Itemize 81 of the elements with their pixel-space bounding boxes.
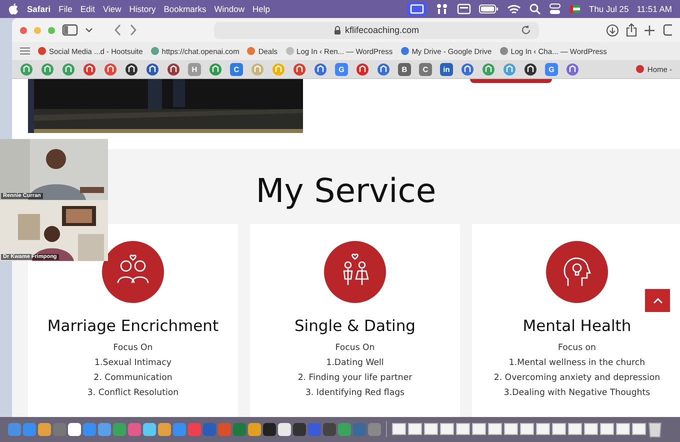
trash-icon[interactable] — [648, 420, 662, 438]
service-line: 2. Communication — [94, 372, 172, 385]
document-thumbnail[interactable] — [600, 423, 614, 435]
apple-icon[interactable] — [8, 3, 19, 15]
app-icon[interactable] — [278, 422, 291, 436]
pinned-tab-icon[interactable] — [167, 62, 180, 76]
document-thumbnail[interactable] — [456, 423, 470, 435]
document-thumbnail[interactable] — [616, 423, 630, 435]
chevron-down-icon[interactable] — [85, 27, 93, 33]
document-thumbnail[interactable] — [520, 423, 534, 435]
tab-overview-icon[interactable] — [662, 24, 672, 36]
menu-item[interactable]: History — [129, 4, 156, 14]
minimize-button[interactable] — [34, 26, 41, 34]
service-line: 3. Conflict Resolution — [87, 387, 179, 400]
service-title: Marriage Encrichment — [47, 317, 219, 335]
service-line: 3. Identifying Red flags — [305, 387, 405, 400]
service-line: Focus on — [558, 342, 596, 355]
app-icon[interactable] — [158, 422, 171, 436]
document-thumbnail[interactable] — [552, 423, 566, 435]
document-thumbnail[interactable] — [392, 423, 406, 435]
document-thumbnail[interactable] — [584, 423, 598, 435]
display-icon[interactable] — [407, 2, 427, 16]
chevron-up-icon — [652, 298, 662, 304]
service-title: Mental Health — [522, 317, 632, 335]
back-icon[interactable] — [114, 24, 122, 36]
document-thumbnail[interactable] — [536, 423, 550, 435]
app-icon[interactable] — [143, 422, 156, 436]
couple-icon — [102, 241, 164, 303]
service-line: 2. Overcoming anxiety and depression — [494, 372, 660, 385]
menu-item[interactable]: Bookmarks — [164, 4, 206, 14]
menu-bar-time[interactable]: 11:51 AM — [636, 4, 672, 14]
service-line: 1.Mental wellness in the church — [508, 357, 646, 370]
document-thumbnail[interactable] — [408, 423, 422, 435]
menu-item[interactable]: View — [102, 4, 122, 14]
document-thumbnail[interactable] — [424, 423, 438, 435]
app-icon[interactable] — [248, 422, 261, 436]
download-icon[interactable] — [606, 24, 619, 36]
service-line: 1.Dating Well — [326, 357, 384, 370]
service-line: 2. Finding your life partner — [298, 372, 412, 385]
document-thumbnail[interactable] — [568, 423, 582, 435]
app-icon[interactable] — [38, 422, 51, 436]
new-tab-icon[interactable] — [644, 24, 655, 36]
document-thumbnail[interactable] — [472, 423, 486, 435]
sidebar-icon[interactable] — [62, 24, 78, 36]
battery-icon[interactable] — [479, 4, 499, 14]
close-button[interactable] — [20, 26, 27, 34]
service-line: Focus On — [113, 342, 153, 355]
menu-icon[interactable] — [20, 47, 30, 55]
share-icon[interactable] — [626, 23, 637, 37]
app-icon[interactable] — [263, 422, 276, 436]
document-thumbnail[interactable] — [440, 423, 454, 435]
pinned-tab-icon[interactable] — [125, 62, 138, 76]
head-bulb-icon — [546, 241, 608, 303]
document-thumbnail[interactable] — [488, 423, 502, 435]
service-line: Focus On — [335, 342, 375, 355]
document-thumbnail[interactable] — [632, 423, 646, 435]
menu-item[interactable]: Window — [214, 4, 244, 14]
app-menu[interactable]: Safari — [27, 4, 51, 14]
menu-item[interactable]: Edit — [80, 4, 95, 14]
pinned-tab-icon[interactable] — [146, 62, 159, 76]
section-heading: My Service — [256, 171, 436, 210]
forward-icon[interactable] — [129, 24, 137, 36]
control-center-icon[interactable] — [549, 3, 561, 15]
service-title: Single & Dating — [294, 317, 416, 335]
zoom-button[interactable] — [48, 26, 55, 34]
lock-icon — [334, 26, 341, 34]
document-thumbnail[interactable] — [504, 423, 518, 435]
search-icon[interactable] — [529, 3, 541, 15]
menu-item[interactable]: Help — [252, 4, 270, 14]
scroll-to-top-button[interactable] — [645, 289, 670, 312]
address-field[interactable]: kflifecoaching.com — [214, 22, 539, 38]
reload-icon[interactable] — [521, 25, 531, 35]
app-icon[interactable] — [293, 422, 306, 436]
flag-icon[interactable] — [569, 4, 581, 14]
app-icon[interactable] — [68, 422, 81, 436]
menu-item[interactable]: File — [58, 4, 72, 14]
menu-bar-date[interactable]: Thu Jul 25 — [589, 4, 629, 14]
wifi-icon[interactable] — [507, 4, 521, 14]
pinned-tab-icon[interactable] — [524, 62, 537, 76]
service-line: 1.Sexual Intimacy — [94, 357, 172, 370]
service-line: 3.Dealing with Negative Thoughts — [504, 387, 650, 400]
